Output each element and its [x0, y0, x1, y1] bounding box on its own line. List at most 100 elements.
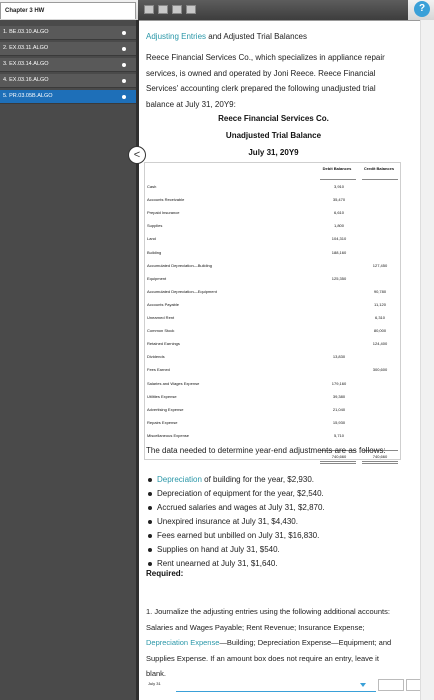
bullet-icon	[148, 534, 152, 538]
required-label: Required:	[146, 569, 184, 578]
statement-title: Unadjusted Trial Balance	[225, 131, 322, 140]
help-icon[interactable]: ?	[414, 1, 430, 17]
account-name: Accumulated Depreciation—Building	[147, 262, 212, 268]
sidebar-item-2[interactable]: 2. EX.03.11.ALGO	[0, 42, 136, 56]
account-name: Salaries and Wages Expense	[147, 380, 200, 386]
sidebar-item-5[interactable]: 5. PR.03.05B.ALGO	[0, 90, 136, 104]
table-row: Unearned Rent 6,310	[145, 313, 400, 323]
status-dot-icon	[122, 95, 126, 99]
account-name: Accounts Payable	[147, 301, 180, 307]
heading-link[interactable]: Adjusting Entries	[146, 32, 206, 41]
credit-value: 300,600	[372, 367, 388, 373]
credit-value: 11,120	[374, 301, 386, 307]
account-select[interactable]	[176, 679, 376, 692]
panel-divider	[136, 20, 139, 700]
sidebar-item-label: 2. EX.03.11.ALGO	[3, 45, 49, 51]
credit-value: 127,450	[372, 262, 388, 268]
debit-value: 13,830	[332, 354, 346, 360]
debit-value: 179,160	[331, 380, 347, 386]
debit-value: 39,380	[332, 393, 346, 399]
account-name: Accounts Receivable	[147, 197, 185, 203]
table-row: Salaries and Wages Expense 179,160	[145, 379, 400, 389]
sidebar-item-4[interactable]: 4. EX.03.16.ALGO	[0, 74, 136, 88]
debit-value: 5,710	[333, 432, 344, 438]
debit-value: 188,160	[331, 249, 347, 255]
table-row: Common Stock 80,000	[145, 326, 400, 336]
table-row: Retained Earnings 124,400	[145, 339, 400, 349]
status-dot-icon	[122, 63, 126, 67]
bullet-icon	[148, 506, 152, 510]
table-row: Utilities Expense 39,380	[145, 392, 400, 402]
list-item: Unexpired insurance at July 31, $4,430.	[146, 515, 401, 529]
account-name: Miscellaneous Expense	[147, 432, 190, 438]
account-name: Unearned Rent	[147, 315, 175, 320]
depreciation-expense-link[interactable]: Depreciation Expense	[146, 638, 219, 647]
table-row: Dividends 13,830	[145, 352, 400, 362]
debit-value: 6,610	[333, 210, 344, 216]
list-item: Accrued salaries and wages at July 31, $…	[146, 501, 401, 515]
sidebar-item-label: 4. EX.03.16.ALGO	[3, 77, 49, 83]
table-row: Advertising Expense 21,040	[145, 405, 400, 415]
status-dot-icon	[122, 31, 126, 35]
toolbar-button-1[interactable]	[144, 5, 154, 14]
sidebar-item-3[interactable]: 3. EX.03.14.ALGO	[0, 58, 136, 72]
scrollbar[interactable]	[420, 20, 434, 700]
sidebar-item-label: 5. PR.03.05B.ALGO	[3, 93, 53, 99]
debit-value: 35,470	[332, 197, 346, 203]
trial-balance-table	[144, 162, 401, 460]
debit-value: 104,310	[331, 236, 347, 242]
problem-heading: Adjusting Entries and Adjusted Trial Bal…	[146, 32, 307, 41]
table-row: Accounts Receivable 35,470	[145, 195, 400, 205]
double-rule-credit	[362, 461, 398, 464]
account-name: Supplies	[147, 223, 163, 229]
account-name: Repairs Expense	[147, 419, 178, 425]
adjustments-intro: The data needed to determine year-end ad…	[146, 446, 386, 455]
statement-date: July 31, 20Y9	[248, 148, 299, 157]
debit-value: 1,800	[333, 223, 344, 229]
bullet-icon	[148, 492, 152, 496]
bullet-icon	[148, 562, 152, 566]
status-dot-icon	[122, 79, 126, 83]
depreciation-link[interactable]: Depreciation	[157, 475, 202, 484]
toolbar-button-4[interactable]	[186, 5, 196, 14]
account-name: Utilities Expense	[147, 393, 177, 399]
bullet-icon	[148, 478, 152, 482]
credit-value: 80,000	[373, 328, 387, 334]
table-row: Land 104,310	[145, 234, 400, 244]
chevron-down-icon[interactable]	[360, 683, 366, 687]
debit-header: Debit Balances	[322, 166, 352, 171]
credit-value: 124,400	[372, 341, 388, 347]
credit-value: 90,780	[373, 288, 387, 294]
sidebar-item-1[interactable]: 1. BE.03.10.ALGO	[0, 26, 136, 40]
credit-header-rule	[362, 179, 398, 180]
question-1: 1. Journalize the adjusting entries usin…	[146, 607, 392, 678]
table-row: Accounts Payable 11,120	[145, 300, 400, 310]
table-row: Miscellaneous Expense 5,710	[145, 431, 400, 441]
account-name: Prepaid Insurance	[147, 210, 180, 216]
account-name: Advertising Expense	[147, 406, 184, 412]
account-name: Common Stock	[147, 328, 175, 334]
debit-header-rule	[320, 179, 356, 180]
toolbar	[138, 0, 408, 20]
chapter-tab[interactable]: Chapter 3 HW	[0, 2, 136, 19]
account-name: Dividends	[147, 354, 165, 360]
account-name: Accumulated Depreciation—Equipment	[147, 288, 217, 294]
table-row: Building 188,160	[145, 248, 400, 258]
debit-value: 15,930	[332, 419, 346, 425]
table-row: Accumulated Depreciation—Equipment 90,780	[145, 287, 400, 297]
status-dot-icon	[122, 47, 126, 51]
account-name: Equipment	[147, 275, 167, 281]
account-name: Retained Earnings	[147, 341, 180, 347]
list-item: Supplies on hand at July 31, $540.	[146, 543, 401, 557]
table-row: Supplies 1,800	[145, 221, 400, 231]
debit-value: 3,910	[333, 184, 344, 189]
journal-entry-row: July 31	[146, 679, 432, 693]
list-item: Depreciation of equipment for the year, …	[146, 487, 401, 501]
toolbar-button-2[interactable]	[158, 5, 168, 14]
toolbar-button-3[interactable]	[172, 5, 182, 14]
credit-value: 6,310	[374, 315, 385, 320]
debit-value: 21,040	[332, 406, 346, 412]
problem-intro: Reece Financial Services Co., which spec…	[146, 53, 385, 109]
credit-header: Credit Balances	[363, 166, 395, 171]
debit-amount-input[interactable]	[378, 679, 404, 691]
